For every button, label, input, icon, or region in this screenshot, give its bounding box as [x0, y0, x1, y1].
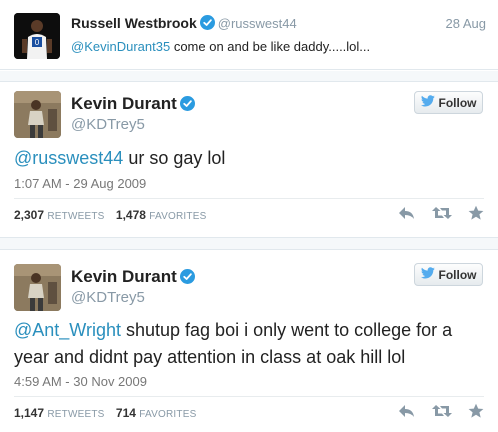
twitter-bird-icon — [420, 95, 435, 110]
separator — [0, 71, 498, 82]
tweet-actions — [398, 205, 484, 226]
mention-link[interactable]: @Ant_Wright — [14, 320, 121, 340]
reply-icon[interactable] — [398, 403, 416, 424]
retweet-count[interactable]: 2,307 — [14, 208, 44, 222]
avatar-kevin-durant[interactable] — [14, 91, 61, 138]
retweet-label: RETWEETS — [47, 409, 105, 420]
favorite-count[interactable]: 1,478 — [116, 208, 146, 222]
tweet-timestamp[interactable]: 4:59 AM - 30 Nov 2009 — [14, 374, 147, 389]
verified-badge-icon — [180, 96, 195, 111]
author-name[interactable]: Kevin Durant — [71, 94, 177, 114]
retweet-icon[interactable] — [432, 403, 452, 424]
verified-badge-icon — [180, 269, 195, 284]
author-name[interactable]: Russell Westbrook — [71, 15, 197, 31]
twitter-bird-icon — [420, 267, 435, 282]
tweet-card: Kevin Durant @KDTrey5 Follow @Ant_Wright… — [0, 250, 498, 432]
follow-label: Follow — [438, 95, 477, 110]
follow-button[interactable]: Follow — [414, 91, 483, 114]
tweet-body: ur so gay lol — [123, 148, 226, 168]
divider — [14, 396, 484, 397]
tweet-text: @Ant_Wright shutup fag boi i only went t… — [14, 317, 484, 371]
tweet-body: come on and be like daddy.....lol... — [170, 39, 371, 54]
svg-text:0: 0 — [35, 38, 40, 47]
mention-link[interactable]: @russwest44 — [14, 148, 123, 168]
top-tweet: 0 Russell Westbrook @russwest44 28 Aug @K… — [0, 0, 498, 70]
tweet-actions — [398, 403, 484, 424]
tweet-timestamp[interactable]: 1:07 AM - 29 Aug 2009 — [14, 176, 146, 191]
star-icon[interactable] — [468, 205, 484, 226]
follow-label: Follow — [438, 267, 477, 282]
avatar-kevin-durant[interactable] — [14, 264, 61, 311]
author-name[interactable]: Kevin Durant — [71, 267, 177, 287]
tweet-text: @KevinDurant35 come on and be like daddy… — [71, 39, 370, 54]
author-handle[interactable]: @russwest44 — [218, 16, 297, 31]
author-handle[interactable]: @KDTrey5 — [71, 116, 145, 133]
favorite-count[interactable]: 714 — [116, 406, 136, 420]
author-handle[interactable]: @KDTrey5 — [71, 289, 145, 306]
mention-link[interactable]: @KevinDurant35 — [71, 39, 170, 54]
follow-button[interactable]: Follow — [414, 263, 483, 286]
avatar-russell-westbrook[interactable]: 0 — [14, 13, 60, 59]
favorite-label: FAVORITES — [139, 409, 197, 420]
retweet-icon[interactable] — [432, 205, 452, 226]
divider — [14, 198, 484, 199]
tweet-text: @russwest44 ur so gay lol — [14, 145, 484, 172]
verified-badge-icon — [199, 15, 215, 30]
retweet-count[interactable]: 1,147 — [14, 406, 44, 420]
tweet-stats: 2,307 RETWEETS 1,478 FAVORITES — [14, 208, 214, 222]
star-icon[interactable] — [468, 403, 484, 424]
reply-icon[interactable] — [398, 205, 416, 226]
favorite-label: FAVORITES — [149, 211, 207, 222]
tweet-card: Kevin Durant @KDTrey5 Follow @russwest44… — [0, 82, 498, 238]
separator — [0, 238, 498, 250]
retweet-label: RETWEETS — [47, 211, 105, 222]
tweet-date[interactable]: 28 Aug — [446, 16, 487, 31]
tweet-stats: 1,147 RETWEETS 714 FAVORITES — [14, 406, 204, 420]
